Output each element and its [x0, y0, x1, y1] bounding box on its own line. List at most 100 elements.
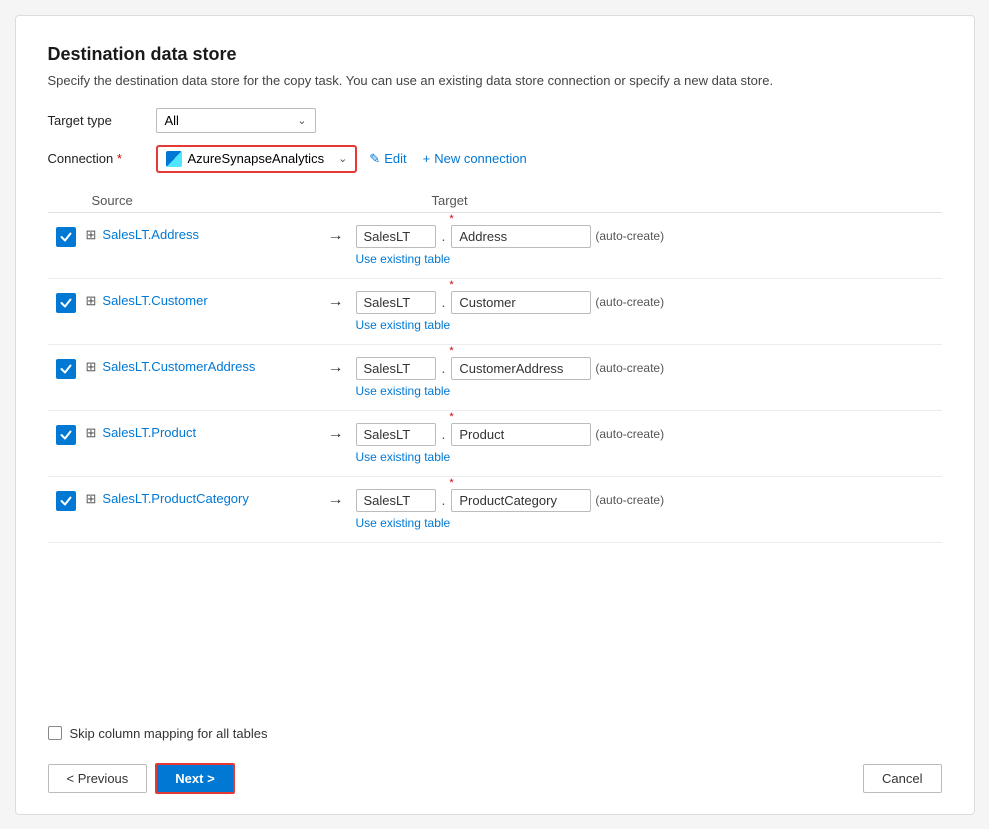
new-connection-button[interactable]: + New connection — [419, 149, 531, 168]
use-existing-link-0[interactable]: Use existing table — [356, 252, 934, 266]
row-checkbox-2[interactable] — [56, 359, 76, 379]
autocreate-label-3: (auto-create) — [595, 427, 664, 441]
dot-separator-2: . — [440, 360, 448, 376]
use-existing-link-3[interactable]: Use existing table — [356, 450, 934, 464]
arrow-icon-4: → — [316, 489, 356, 509]
use-existing-link-2[interactable]: Use existing table — [356, 384, 934, 398]
connection-value: AzureSynapseAnalytics — [188, 151, 325, 166]
cancel-label: Cancel — [882, 771, 922, 786]
panel-description: Specify the destination data store for t… — [48, 73, 942, 88]
source-label-2: SalesLT.CustomerAddress — [102, 359, 255, 374]
target-inputs-1: . * (auto-create) — [356, 291, 934, 314]
arrow-icon-3: → — [316, 423, 356, 443]
target-type-value: All — [165, 113, 179, 128]
arrow-icon-0: → — [316, 225, 356, 245]
target-type-label: Target type — [48, 113, 148, 128]
footer-buttons: < Previous Next > Cancel — [48, 763, 942, 794]
row-checkbox-4[interactable] — [56, 491, 76, 511]
req-col-1: * — [451, 291, 591, 314]
target-table-input-1[interactable] — [451, 291, 591, 314]
autocreate-label-1: (auto-create) — [595, 295, 664, 309]
table-row: ⊞ SalesLT.CustomerAddress → . * (auto-cr… — [48, 345, 942, 411]
edit-label: Edit — [384, 151, 406, 166]
source-name-3: ⊞ SalesLT.Product — [86, 423, 316, 441]
mapping-table: ⊞ SalesLT.Address → . * (auto-create) Us… — [48, 213, 942, 710]
target-type-select[interactable]: All ⌄ — [156, 108, 316, 133]
next-label: Next > — [175, 771, 214, 786]
target-inputs-0: . * (auto-create) — [356, 225, 934, 248]
arrow-icon-2: → — [316, 357, 356, 377]
chevron-down-icon: ⌄ — [289, 114, 306, 127]
table-icon: ⊞ — [86, 359, 97, 375]
row-checkbox-1[interactable] — [56, 293, 76, 313]
table-row: ⊞ SalesLT.Product → . * (auto-create) Us… — [48, 411, 942, 477]
connection-row: Connection * AzureSynapseAnalytics ⌄ ✎ E… — [48, 145, 942, 173]
target-inputs-3: . * (auto-create) — [356, 423, 934, 446]
row-checkbox-0[interactable] — [56, 227, 76, 247]
dot-separator-1: . — [440, 294, 448, 310]
table-icon: ⊞ — [86, 491, 97, 507]
source-name-4: ⊞ SalesLT.ProductCategory — [86, 489, 316, 507]
use-existing-link-1[interactable]: Use existing table — [356, 318, 934, 332]
previous-button[interactable]: < Previous — [48, 764, 148, 793]
azure-synapse-icon — [166, 151, 182, 167]
target-table-input-2[interactable] — [451, 357, 591, 380]
target-table-input-3[interactable] — [451, 423, 591, 446]
target-schema-input-1[interactable] — [356, 291, 436, 314]
req-col-2: * — [451, 357, 591, 380]
table-row: ⊞ SalesLT.ProductCategory → . * (auto-cr… — [48, 477, 942, 543]
table-row: ⊞ SalesLT.Customer → . * (auto-create) U… — [48, 279, 942, 345]
target-schema-input-0[interactable] — [356, 225, 436, 248]
next-button[interactable]: Next > — [155, 763, 234, 794]
connection-select[interactable]: AzureSynapseAnalytics ⌄ — [156, 145, 358, 173]
required-indicator: * — [117, 151, 122, 166]
new-connection-label: New connection — [434, 151, 527, 166]
target-type-row: Target type All ⌄ — [48, 108, 942, 133]
target-4: . * (auto-create) Use existing table — [356, 489, 934, 530]
chevron-down-icon: ⌄ — [330, 152, 347, 165]
target-inputs-4: . * (auto-create) — [356, 489, 934, 512]
target-schema-input-2[interactable] — [356, 357, 436, 380]
source-name-2: ⊞ SalesLT.CustomerAddress — [86, 357, 316, 375]
arrow-icon-1: → — [316, 291, 356, 311]
destination-data-store-panel: Destination data store Specify the desti… — [15, 15, 975, 815]
connection-label: Connection * — [48, 151, 148, 166]
skip-column-mapping-checkbox[interactable] — [48, 726, 62, 740]
req-col-4: * — [451, 489, 591, 512]
autocreate-label-2: (auto-create) — [595, 361, 664, 375]
dot-separator-0: . — [440, 228, 448, 244]
edit-connection-button[interactable]: ✎ Edit — [365, 149, 410, 169]
cancel-button[interactable]: Cancel — [863, 764, 941, 793]
req-col-0: * — [451, 225, 591, 248]
skip-column-mapping-label: Skip column mapping for all tables — [70, 726, 268, 741]
req-col-3: * — [451, 423, 591, 446]
source-column-header: Source — [92, 193, 372, 208]
target-table-input-4[interactable] — [451, 489, 591, 512]
table-icon: ⊞ — [86, 425, 97, 441]
target-table-input-0[interactable] — [451, 225, 591, 248]
target-schema-input-4[interactable] — [356, 489, 436, 512]
left-button-group: < Previous Next > — [48, 763, 235, 794]
target-3: . * (auto-create) Use existing table — [356, 423, 934, 464]
panel-title: Destination data store — [48, 44, 942, 65]
source-label-1: SalesLT.Customer — [102, 293, 207, 308]
dot-separator-3: . — [440, 426, 448, 442]
source-label-3: SalesLT.Product — [102, 425, 196, 440]
table-icon: ⊞ — [86, 227, 97, 243]
target-column-header: Target — [432, 193, 468, 208]
source-label-0: SalesLT.Address — [102, 227, 199, 242]
autocreate-label-4: (auto-create) — [595, 493, 664, 507]
edit-icon: ✎ — [369, 151, 380, 167]
use-existing-link-4[interactable]: Use existing table — [356, 516, 934, 530]
target-2: . * (auto-create) Use existing table — [356, 357, 934, 398]
plus-icon: + — [423, 151, 431, 166]
target-0: . * (auto-create) Use existing table — [356, 225, 934, 266]
table-header: Source Target — [48, 185, 942, 213]
source-label-4: SalesLT.ProductCategory — [102, 491, 248, 506]
target-inputs-2: . * (auto-create) — [356, 357, 934, 380]
target-schema-input-3[interactable] — [356, 423, 436, 446]
table-icon: ⊞ — [86, 293, 97, 309]
table-row: ⊞ SalesLT.Address → . * (auto-create) Us… — [48, 213, 942, 279]
row-checkbox-3[interactable] — [56, 425, 76, 445]
dot-separator-4: . — [440, 492, 448, 508]
